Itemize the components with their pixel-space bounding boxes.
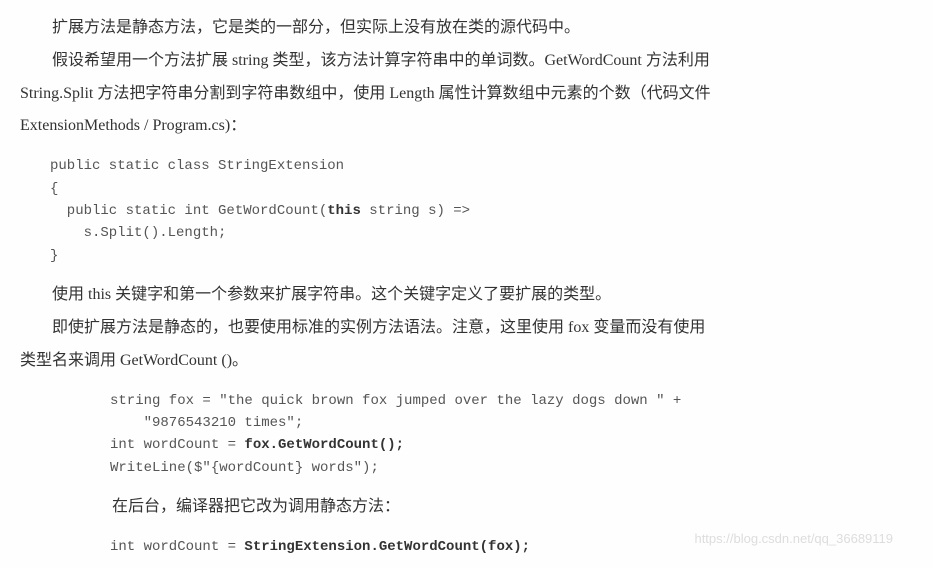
paragraph-2-line2: String.Split 方法把字符串分割到字符串数组中，使用 Length 属… bbox=[20, 80, 913, 109]
code-line: s.Split().Length; bbox=[50, 225, 226, 241]
code-block-1: public static class StringExtension { pu… bbox=[50, 155, 913, 267]
code-line: } bbox=[50, 248, 58, 264]
code-line: int wordCount = bbox=[110, 437, 244, 453]
code-line: string fox = "the quick brown fox jumped… bbox=[110, 393, 681, 409]
code-line: public static class StringExtension bbox=[50, 158, 344, 174]
page-container: 扩展方法是静态方法，它是类的一部分，但实际上没有放在类的源代码中。 假设希望用一… bbox=[20, 14, 913, 558]
code-line: { bbox=[50, 181, 58, 197]
paragraph-4-line2: 类型名来调用 GetWordCount ()。 bbox=[20, 347, 913, 376]
code-line: string s) => bbox=[361, 203, 470, 219]
paragraph-2-line3: ExtensionMethods / Program.cs)： bbox=[20, 112, 913, 141]
code-call-bold: StringExtension.GetWordCount(fox); bbox=[244, 539, 530, 555]
watermark-text: https://blog.csdn.net/qq_36689119 bbox=[694, 527, 893, 550]
paragraph-1: 扩展方法是静态方法，它是类的一部分，但实际上没有放在类的源代码中。 bbox=[20, 14, 913, 43]
paragraph-3: 使用 this 关键字和第一个参数来扩展字符串。这个关键字定义了要扩展的类型。 bbox=[20, 281, 913, 310]
paragraph-2-line1: 假设希望用一个方法扩展 string 类型，该方法计算字符串中的单词数。GetW… bbox=[20, 47, 913, 76]
paragraph-5: 在后台，编译器把它改为调用静态方法： bbox=[80, 493, 913, 522]
code-block-2: string fox = "the quick brown fox jumped… bbox=[110, 390, 913, 480]
code-keyword-this: this bbox=[327, 203, 361, 219]
paragraph-4-line1: 即使扩展方法是静态的，也要使用标准的实例方法语法。注意，这里使用 fox 变量而… bbox=[20, 314, 913, 343]
code-line: int wordCount = bbox=[110, 539, 244, 555]
code-line: "9876543210 times"; bbox=[110, 415, 303, 431]
code-call-bold: fox.GetWordCount(); bbox=[244, 437, 404, 453]
code-line: public static int GetWordCount( bbox=[50, 203, 327, 219]
code-line: WriteLine($"{wordCount} words"); bbox=[110, 460, 379, 476]
